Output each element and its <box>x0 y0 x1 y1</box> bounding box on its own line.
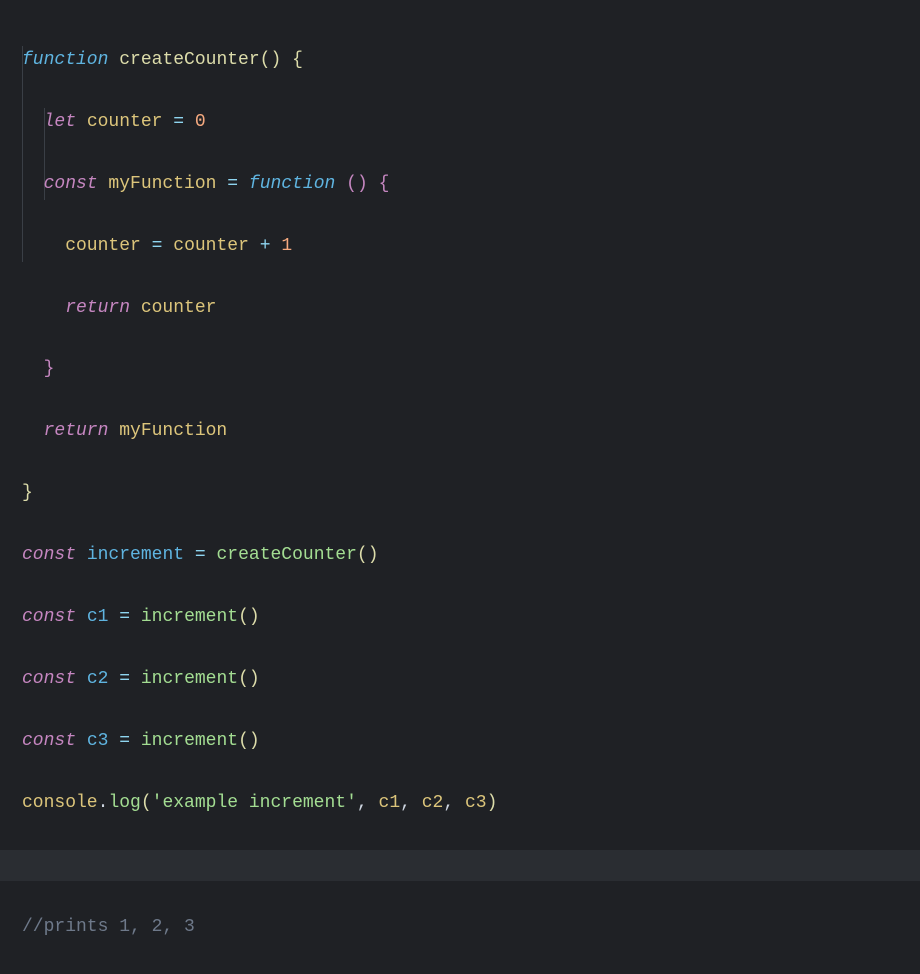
paren-open: ( <box>141 793 152 813</box>
argument: c3 <box>465 793 487 813</box>
code-line: let counter = 0 <box>22 107 920 138</box>
brace-open: { <box>292 50 303 70</box>
operator-equals: = <box>119 669 130 689</box>
operator-equals: = <box>173 112 184 132</box>
dot: . <box>98 793 109 813</box>
variable: counter <box>141 298 217 318</box>
code-line: } <box>22 478 920 509</box>
paren-open: ( <box>238 607 249 627</box>
code-line: const increment = createCounter() <box>22 540 920 571</box>
comma: , <box>443 793 454 813</box>
code-line: const c3 = increment() <box>22 726 920 757</box>
keyword-return: return <box>44 421 109 441</box>
paren-close: ) <box>487 793 498 813</box>
paren-close: ) <box>357 174 368 194</box>
comma: , <box>357 793 368 813</box>
code-line: } <box>22 354 920 385</box>
function-call: increment <box>141 607 238 627</box>
code-line-highlighted <box>0 850 920 881</box>
code-line: //prints 1, 2, 3 <box>22 912 920 943</box>
comment: //prints 1, 2, 3 <box>22 917 195 937</box>
paren-close: ) <box>270 50 281 70</box>
variable: myFunction <box>108 174 216 194</box>
function-name: createCounter <box>119 50 259 70</box>
paren-open: ( <box>357 545 368 565</box>
operator-equals: = <box>195 545 206 565</box>
function-call: increment <box>141 669 238 689</box>
keyword-const: const <box>22 545 76 565</box>
object-console: console <box>22 793 98 813</box>
keyword-function: function <box>22 50 108 70</box>
code-line: counter = counter + 1 <box>22 231 920 262</box>
code-line: const c2 = increment() <box>22 664 920 695</box>
paren-open: ( <box>260 50 271 70</box>
variable: myFunction <box>119 421 227 441</box>
paren-open: ( <box>346 174 357 194</box>
keyword-function: function <box>249 174 335 194</box>
operator-equals: = <box>119 731 130 751</box>
keyword-const: const <box>44 174 98 194</box>
paren-close: ) <box>249 731 260 751</box>
variable: counter <box>65 236 141 256</box>
operator-equals: = <box>227 174 238 194</box>
variable: counter <box>173 236 249 256</box>
variable: c1 <box>87 607 109 627</box>
code-line: function createCounter() { <box>22 45 920 76</box>
function-call: increment <box>141 731 238 751</box>
code-line: console.log('example increment', c1, c2,… <box>22 788 920 819</box>
keyword-const: const <box>22 669 76 689</box>
variable: c3 <box>87 731 109 751</box>
number-literal: 0 <box>195 112 206 132</box>
variable: counter <box>87 112 163 132</box>
paren-close: ) <box>249 607 260 627</box>
comma: , <box>400 793 411 813</box>
paren-close: ) <box>368 545 379 565</box>
code-line: return counter <box>22 293 920 324</box>
code-line: const c1 = increment() <box>22 602 920 633</box>
function-call: createCounter <box>216 545 356 565</box>
variable: c2 <box>87 669 109 689</box>
code-line: return myFunction <box>22 416 920 447</box>
keyword-let: let <box>44 112 76 132</box>
keyword-const: const <box>22 731 76 751</box>
operator-plus: + <box>260 236 271 256</box>
brace-close: } <box>22 483 33 503</box>
method-log: log <box>108 793 140 813</box>
variable: increment <box>87 545 184 565</box>
argument: c1 <box>379 793 401 813</box>
code-block: function createCounter() { let counter =… <box>22 14 920 974</box>
operator-equals: = <box>152 236 163 256</box>
string-literal: 'example increment' <box>152 793 357 813</box>
brace-close: } <box>44 359 55 379</box>
brace-open: { <box>379 174 390 194</box>
argument: c2 <box>422 793 444 813</box>
operator-equals: = <box>119 607 130 627</box>
code-line: const myFunction = function () { <box>22 169 920 200</box>
paren-close: ) <box>249 669 260 689</box>
number-literal: 1 <box>281 236 292 256</box>
paren-open: ( <box>238 731 249 751</box>
keyword-return: return <box>65 298 130 318</box>
paren-open: ( <box>238 669 249 689</box>
keyword-const: const <box>22 607 76 627</box>
